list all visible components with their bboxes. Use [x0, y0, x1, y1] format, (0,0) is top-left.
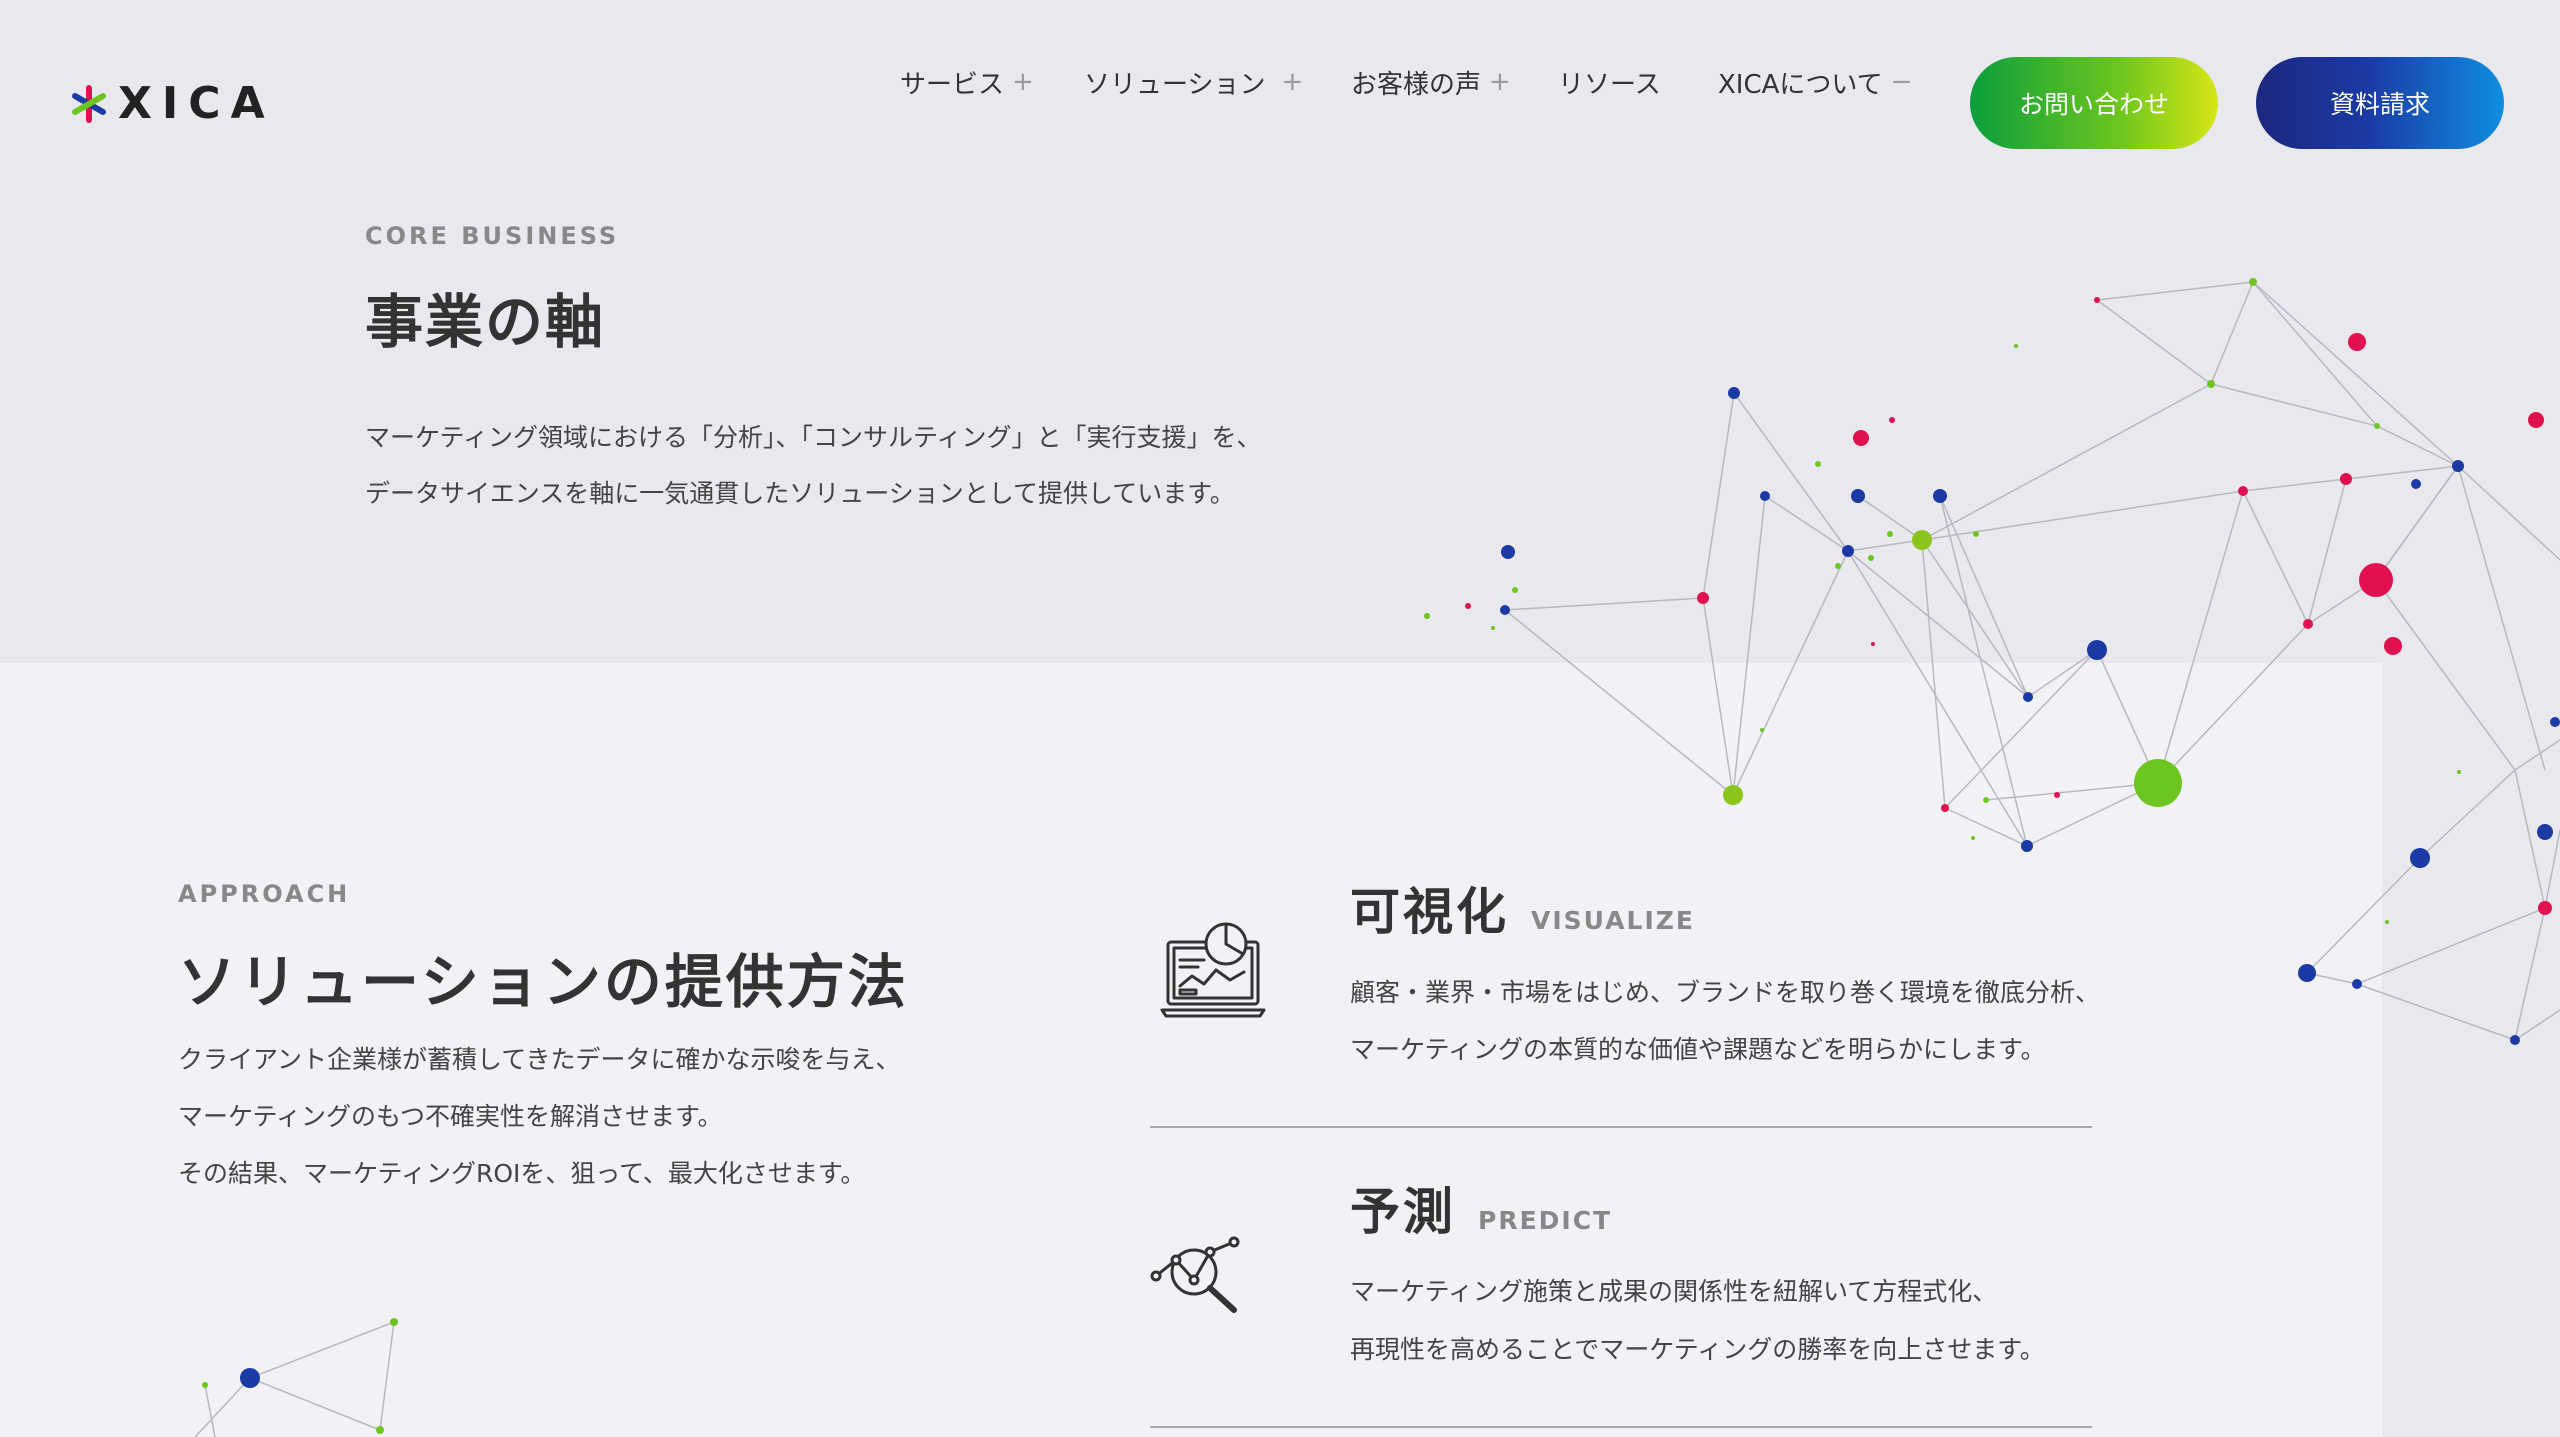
- core-text-line: マーケティング領域における「分析」、「コンサルティング」と「実行支援」を、: [365, 423, 1262, 452]
- feature-visualize-en: VISUALIZE: [1531, 906, 1695, 935]
- plus-icon: +: [1012, 67, 1034, 97]
- core-text-line: データサイエンスを軸に一気通貫したソリューションとして提供しています。: [365, 479, 1235, 508]
- feature-predict-heading: 予測 PREDICT: [1350, 1172, 1612, 1244]
- logo-mark-icon: [72, 84, 106, 123]
- nav-item-about[interactable]: XICAについて −: [1718, 64, 1912, 101]
- approach-text-line: マーケティングのもつ不確実性を解消させます。: [178, 1102, 723, 1131]
- feature-visualize-text: マーケティングの本質的な価値や課題などを明らかにします。: [1350, 1035, 2046, 1064]
- approach-eyebrow: APPROACH: [178, 880, 351, 908]
- minus-icon: −: [1890, 67, 1913, 97]
- request-docs-button[interactable]: 資料請求: [2256, 57, 2504, 149]
- approach-text-line: その結果、マーケティングROIを、狙って、最大化させます。: [178, 1159, 866, 1188]
- plus-icon: +: [1489, 67, 1511, 97]
- feature-visualize-heading: 可視化 VISUALIZE: [1350, 872, 1695, 944]
- feature-predict-en: PREDICT: [1478, 1206, 1613, 1235]
- nav-item-solutions[interactable]: ソリューション +: [1084, 64, 1303, 101]
- nav-item-resources[interactable]: リソース: [1558, 64, 1661, 101]
- approach-text-line: クライアント企業様が蓄積してきたデータに確かな示唆を与え、: [178, 1045, 901, 1074]
- nav-item-testimonials[interactable]: お客様の声 +: [1351, 64, 1511, 101]
- feature-divider: [1150, 1426, 2092, 1428]
- core-title: 事業の軸: [365, 288, 606, 356]
- contact-button[interactable]: お問い合わせ: [1970, 57, 2218, 149]
- logo[interactable]: XICA: [70, 78, 275, 129]
- feature-visualize-text: 顧客・業界・市場をはじめ、ブランドを取り巻く環境を徹底分析、: [1350, 978, 2101, 1007]
- approach-title: ソリューションの提供方法: [178, 948, 909, 1016]
- core-eyebrow: CORE BUSINESS: [365, 222, 620, 250]
- nav-item-services[interactable]: サービス +: [900, 64, 1034, 101]
- right-strip: [2382, 663, 2560, 1437]
- feature-visualize-title: 可視化: [1350, 883, 1509, 941]
- logo-text: XICA: [118, 78, 275, 129]
- feature-predict-text: 再現性を高めることでマーケティングの勝率を向上させます。: [1350, 1335, 2045, 1364]
- dashboard-laptop-icon: [1160, 922, 1266, 1018]
- magnifier-graph-icon: [1150, 1236, 1240, 1313]
- plus-icon: +: [1281, 67, 1304, 97]
- feature-predict-title: 予測: [1350, 1183, 1456, 1241]
- feature-predict-text: マーケティング施策と成果の関係性を紐解いて方程式化、: [1350, 1277, 1998, 1306]
- feature-divider: [1150, 1126, 2092, 1128]
